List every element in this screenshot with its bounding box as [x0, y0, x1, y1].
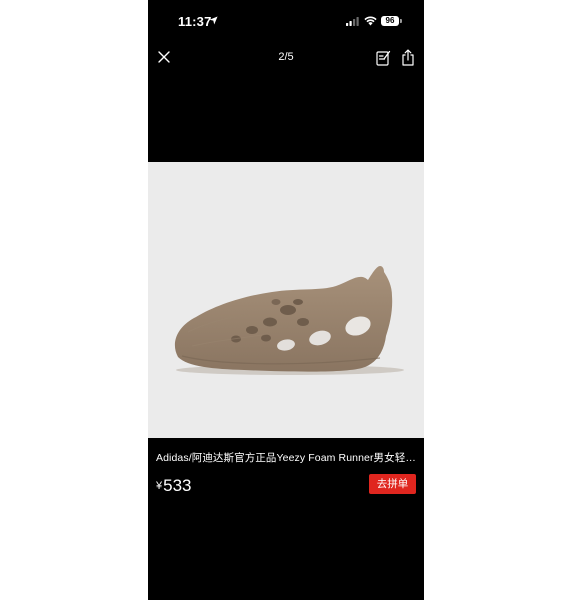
group-buy-button[interactable]: 去拼单: [369, 474, 416, 494]
edit-note-icon[interactable]: [376, 50, 391, 66]
share-icon[interactable]: [401, 49, 415, 66]
battery-indicator: 96: [381, 16, 399, 26]
image-counter: 2/5: [278, 51, 294, 63]
product-price: ¥533: [156, 476, 192, 496]
currency-symbol: ¥: [156, 480, 163, 492]
status-bar: 11:37 96: [148, 0, 424, 40]
close-icon[interactable]: [156, 49, 172, 65]
product-image[interactable]: [148, 162, 424, 438]
foam-runner-shoe-image: [174, 266, 404, 375]
battery-tip: [400, 19, 402, 23]
cellular-signal-icon: [346, 17, 359, 26]
price-value: 533: [163, 476, 192, 495]
product-title[interactable]: Adidas/阿迪达斯官方正品Yeezy Foam Runner男女轻便凉…: [156, 450, 418, 465]
location-arrow-icon: [209, 16, 218, 25]
phone-screen: 11:37 96 2/5 Adidas/阿迪达斯官方正品Yeezy Foam R…: [148, 0, 424, 600]
wifi-icon: [364, 16, 377, 26]
status-time: 11:37: [178, 14, 212, 29]
